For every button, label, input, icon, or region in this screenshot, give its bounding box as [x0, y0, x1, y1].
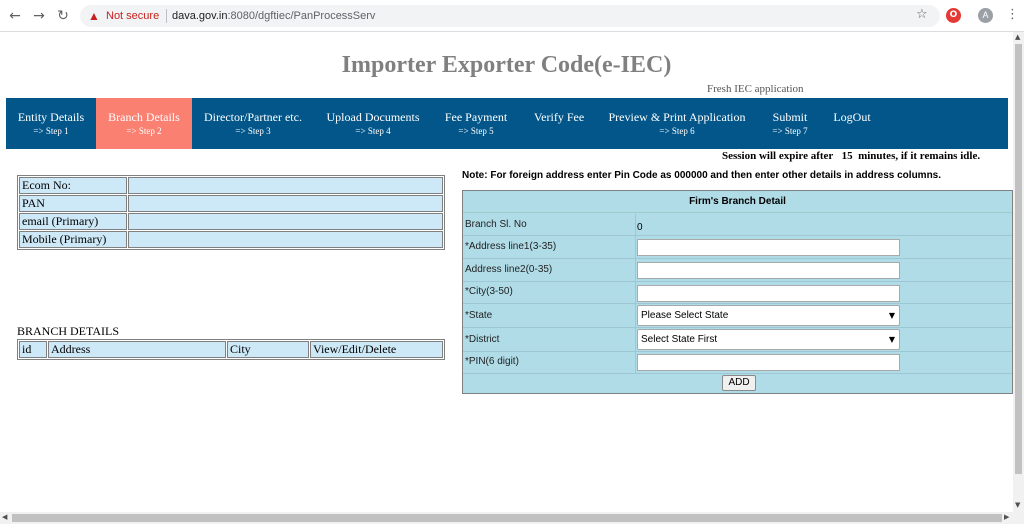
info-label-ecom: Ecom No: — [19, 177, 127, 194]
horizontal-scroll-thumb[interactable] — [12, 514, 1002, 522]
vertical-scroll-thumb[interactable] — [1015, 44, 1022, 474]
col-address: Address — [48, 341, 226, 358]
table-row: email (Primary) — [19, 213, 443, 230]
nav-entity-details[interactable]: Entity Details => Step 1 — [6, 98, 96, 149]
nav-branch-details[interactable]: Branch Details => Step 2 — [96, 98, 192, 149]
back-arrow-icon[interactable]: ← — [6, 7, 24, 25]
profile-avatar[interactable]: A — [978, 8, 993, 23]
info-label-email: email (Primary) — [19, 213, 127, 230]
address1-label: *Address line1(3-35) — [465, 241, 557, 252]
nav-verify-fee[interactable]: Verify Fee — [524, 98, 594, 149]
scroll-down-icon[interactable]: ▼ — [1015, 501, 1020, 509]
step-navigation: Entity Details => Step 1 Branch Details =>… — [6, 98, 1008, 149]
column-divider — [635, 328, 636, 351]
nav-logout[interactable]: LogOut — [824, 98, 880, 149]
table-header-row: id Address City View/Edit/Delete — [19, 341, 443, 358]
row-city: *City(3-50) — [463, 282, 1012, 304]
horizontal-scrollbar[interactable]: ◀ ▶ — [0, 512, 1024, 524]
warning-icon: ▲ — [88, 9, 100, 23]
info-value-mobile — [128, 231, 443, 248]
row-address2: Address line2(0-35) — [463, 259, 1012, 282]
column-divider — [635, 352, 636, 373]
branch-sl-value: 0 — [637, 222, 643, 233]
nav-director-partner[interactable]: Director/Partner etc. => Step 3 — [200, 98, 306, 149]
page-title: Importer Exporter Code(e-IEC) — [341, 52, 672, 78]
column-divider — [635, 236, 636, 258]
extension-icon[interactable]: O — [946, 8, 961, 23]
row-branch-sl: Branch Sl. No 0 — [463, 214, 1012, 236]
address-separator — [166, 9, 167, 23]
scroll-right-icon[interactable]: ▶ — [1004, 513, 1009, 521]
nav-upload-documents[interactable]: Upload Documents => Step 4 — [320, 98, 426, 149]
column-divider — [635, 282, 636, 303]
state-select[interactable]: Please Select State ▼ — [637, 305, 900, 326]
address2-label: Address line2(0-35) — [465, 264, 553, 275]
city-label: *City(3-50) — [465, 286, 513, 297]
nav-preview-print[interactable]: Preview & Print Application => Step 6 — [604, 98, 750, 149]
row-pin: *PIN(6 digit) — [463, 352, 1012, 374]
row-address1: *Address line1(3-35) — [463, 236, 1012, 259]
security-label: Not secure — [106, 10, 160, 22]
url-text: dava.gov.in:8080/dgftiec/PanProcessServ — [172, 10, 376, 22]
branch-detail-form: Firm's Branch Detail Branch Sl. No 0 *Ad… — [462, 190, 1013, 394]
table-row: PAN — [19, 195, 443, 212]
address1-input[interactable] — [637, 239, 900, 256]
info-value-pan — [128, 195, 443, 212]
table-row: Mobile (Primary) — [19, 231, 443, 248]
table-row: Ecom No: — [19, 177, 443, 194]
dropdown-arrow-icon: ▼ — [888, 335, 895, 344]
pin-input[interactable] — [637, 354, 900, 371]
nav-submit[interactable]: Submit => Step 7 — [760, 98, 820, 149]
info-label-mobile: Mobile (Primary) — [19, 231, 127, 248]
bookmark-star-icon[interactable]: ☆ — [916, 7, 928, 22]
branch-sl-label: Branch Sl. No — [465, 219, 527, 230]
browser-toolbar: ← → ↻ ▲ Not secure dava.gov.in:8080/dgft… — [0, 0, 1024, 32]
foreign-address-note: Note: For foreign address enter Pin Code… — [462, 170, 942, 181]
state-label: *State — [465, 310, 493, 321]
city-input[interactable] — [637, 285, 900, 302]
page-subtitle: Fresh IEC application — [707, 83, 804, 95]
column-divider — [635, 304, 636, 327]
reload-icon[interactable]: ↻ — [54, 7, 72, 25]
column-divider — [635, 259, 636, 281]
form-title: Firm's Branch Detail — [463, 191, 1012, 213]
row-district: *District Select State First ▼ — [463, 328, 1012, 352]
info-label-pan: PAN — [19, 195, 127, 212]
branch-list-table: id Address City View/Edit/Delete — [17, 339, 445, 360]
column-divider — [635, 214, 636, 235]
address-bar[interactable]: ▲ Not secure dava.gov.in:8080/dgftiec/Pa… — [80, 5, 940, 27]
col-actions: View/Edit/Delete — [310, 341, 443, 358]
scroll-left-icon[interactable]: ◀ — [2, 513, 7, 521]
add-branch-button[interactable]: ADD — [722, 375, 756, 391]
vertical-scrollbar[interactable]: ▲ ▼ — [1013, 32, 1024, 512]
pin-label: *PIN(6 digit) — [465, 356, 519, 367]
address2-input[interactable] — [637, 262, 900, 279]
forward-arrow-icon[interactable]: → — [30, 7, 48, 25]
district-label: *District — [465, 334, 500, 345]
col-city: City — [227, 341, 309, 358]
session-warning: Session will expire after 15 minutes, if… — [722, 150, 981, 162]
nav-fee-payment[interactable]: Fee Payment => Step 5 — [436, 98, 516, 149]
col-id: id — [19, 341, 47, 358]
dropdown-arrow-icon: ▼ — [888, 311, 895, 320]
more-menu-icon[interactable]: ⋮ — [1006, 7, 1019, 22]
info-value-email — [128, 213, 443, 230]
scroll-up-icon[interactable]: ▲ — [1015, 33, 1020, 41]
branch-details-caption: BRANCH DETAILS — [17, 324, 120, 338]
district-select[interactable]: Select State First ▼ — [637, 329, 900, 350]
info-value-ecom — [128, 177, 443, 194]
applicant-info-table: Ecom No: PAN email (Primary) Mobile (Pri… — [17, 175, 445, 250]
row-state: *State Please Select State ▼ — [463, 304, 1012, 328]
